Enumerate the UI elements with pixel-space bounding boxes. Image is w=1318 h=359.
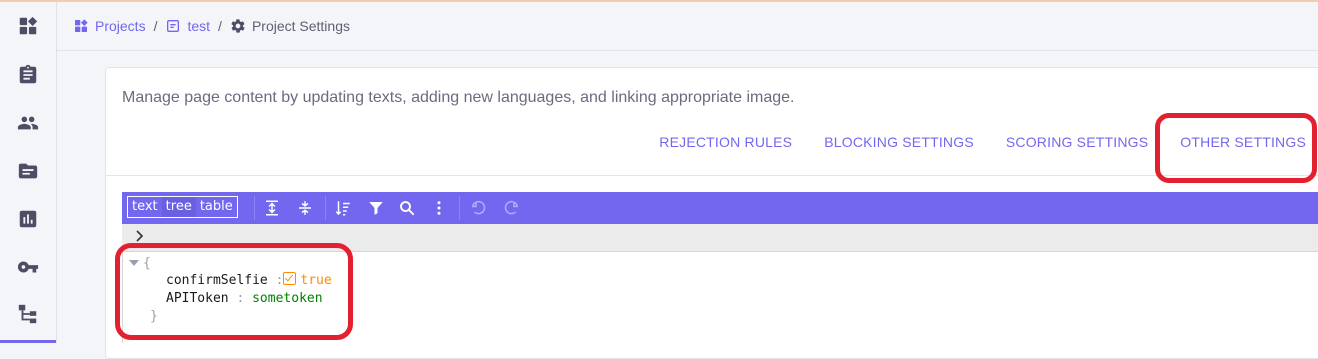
highlight-json-content bbox=[115, 243, 353, 340]
mode-tree-button[interactable]: tree bbox=[161, 197, 196, 217]
chevron-right-icon[interactable] bbox=[132, 228, 148, 244]
highlight-other-settings-tab bbox=[1155, 113, 1317, 183]
dashboard-icon[interactable] bbox=[16, 14, 40, 38]
collapse-all-icon[interactable] bbox=[294, 197, 316, 219]
tab-blocking-settings[interactable]: BLOCKING SETTINGS bbox=[824, 134, 974, 150]
breadcrumb-projects[interactable]: Projects bbox=[73, 18, 146, 34]
editor-mode-switch: text tree table bbox=[127, 196, 238, 218]
bar-chart-icon[interactable] bbox=[16, 207, 40, 231]
undo-icon[interactable] bbox=[468, 197, 490, 219]
page-header: Projects / test / Project Settings bbox=[57, 2, 1318, 51]
users-icon[interactable] bbox=[16, 111, 40, 135]
key-icon[interactable] bbox=[16, 255, 40, 279]
breadcrumb-projects-label[interactable]: Projects bbox=[95, 18, 146, 34]
project-icon bbox=[167, 20, 180, 32]
expand-all-icon[interactable] bbox=[261, 197, 283, 219]
json-editor-toolbar: text tree table bbox=[122, 192, 1318, 224]
breadcrumb-project[interactable]: test bbox=[165, 18, 210, 34]
toolbar-separator bbox=[325, 196, 326, 220]
more-vertical-icon[interactable] bbox=[428, 197, 450, 219]
folder-icon[interactable] bbox=[16, 159, 40, 183]
mode-text-button[interactable]: text bbox=[128, 197, 162, 217]
redo-icon[interactable] bbox=[500, 197, 522, 219]
breadcrumb: Projects / test / Project Settings bbox=[73, 2, 350, 50]
hierarchy-icon[interactable] bbox=[16, 302, 40, 326]
toolbar-separator bbox=[254, 196, 255, 220]
sidebar bbox=[0, 2, 57, 343]
tab-scoring-settings[interactable]: SCORING SETTINGS bbox=[1006, 134, 1148, 150]
gear-icon bbox=[231, 19, 245, 33]
page-description: Manage page content by updating texts, a… bbox=[122, 89, 795, 106]
breadcrumb-current-label: Project Settings bbox=[251, 18, 350, 34]
mode-table-button[interactable]: table bbox=[196, 197, 237, 217]
toolbar-separator bbox=[459, 196, 460, 220]
breadcrumb-separator: / bbox=[153, 18, 158, 34]
breadcrumb-current: Project Settings bbox=[230, 18, 350, 34]
sort-icon[interactable] bbox=[332, 197, 354, 219]
dashboard-icon bbox=[75, 19, 88, 32]
clipboard-icon[interactable] bbox=[16, 63, 40, 87]
search-icon[interactable] bbox=[396, 197, 418, 219]
tab-rejection-rules[interactable]: REJECTION RULES bbox=[659, 134, 792, 150]
breadcrumb-project-label[interactable]: test bbox=[187, 18, 210, 34]
tabs-divider bbox=[106, 175, 1318, 176]
breadcrumb-separator: / bbox=[218, 18, 222, 34]
filter-icon[interactable] bbox=[365, 197, 387, 219]
